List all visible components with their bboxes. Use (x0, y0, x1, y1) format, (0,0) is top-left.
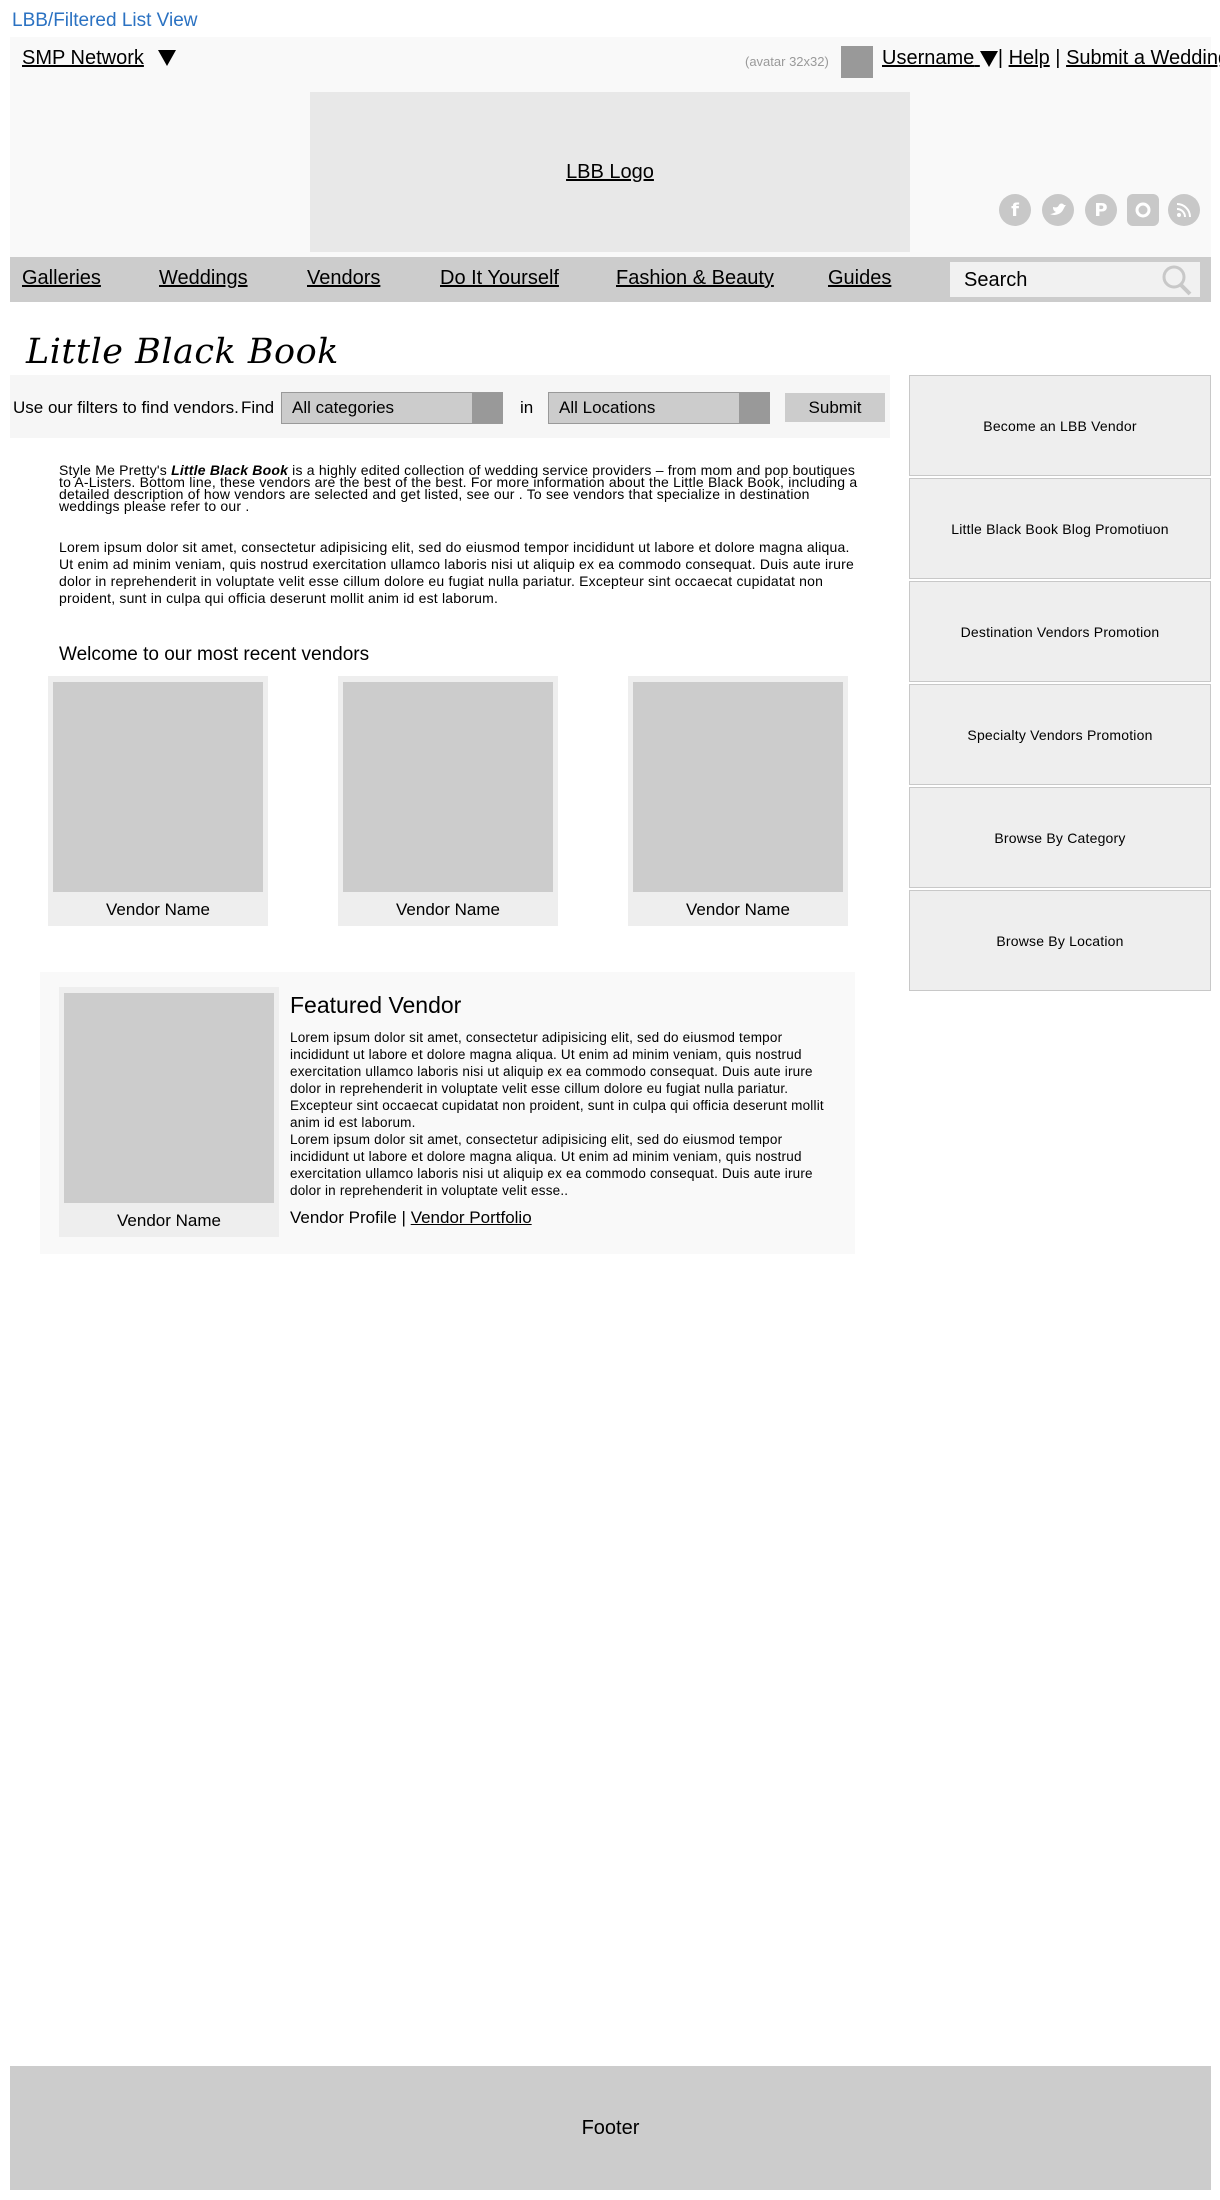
help-link[interactable]: Help (1009, 47, 1050, 69)
vendor-name[interactable]: Vendor Name (628, 900, 848, 920)
facebook-icon[interactable]: f (999, 194, 1031, 226)
page-title: Little Black Book (26, 332, 339, 372)
username-menu[interactable]: Username (882, 47, 974, 69)
dropdown-button[interactable] (472, 393, 502, 423)
location-select[interactable]: All Locations (548, 392, 770, 424)
chevron-down-icon[interactable] (157, 50, 176, 66)
sidebar-become-vendor[interactable]: Become an LBB Vendor (909, 375, 1211, 476)
user-links: Username | Help | Submit a Wedding (882, 47, 1220, 70)
nav-item-diy[interactable]: Do It Yourself (440, 267, 559, 290)
featured-paragraph-2: Lorem ipsum dolor sit amet, consectetur … (290, 1132, 813, 1198)
rss-icon[interactable] (1168, 194, 1200, 226)
featured-vendor-links: Vendor Profile | Vendor Portfolio (290, 1208, 532, 1228)
featured-vendor-section: Vendor Name Featured Vendor Lorem ipsum … (40, 972, 855, 1254)
vendor-image[interactable] (633, 682, 843, 892)
separator: | (1055, 47, 1061, 69)
instagram-icon[interactable] (1127, 194, 1159, 226)
chevron-down-icon[interactable] (979, 51, 998, 67)
featured-vendor-description: Lorem ipsum dolor sit amet, consectetur … (290, 1029, 840, 1199)
nav-item-guides[interactable]: Guides (828, 267, 891, 290)
lorem-paragraph: Lorem ipsum dolor sit amet, consectetur … (59, 539, 854, 606)
smp-network-menu[interactable]: SMP Network (22, 47, 176, 70)
separator: | (997, 47, 1004, 69)
featured-paragraph-1: Lorem ipsum dolor sit amet, consectetur … (290, 1030, 824, 1130)
category-select[interactable]: All categories (281, 392, 503, 424)
dropdown-button[interactable] (739, 393, 769, 423)
nav-item-vendors[interactable]: Vendors (307, 267, 380, 290)
featured-vendor-image[interactable] (64, 993, 274, 1203)
vendor-portfolio-link[interactable]: Vendor Portfolio (411, 1208, 532, 1227)
logo-text[interactable]: LBB Logo (566, 161, 654, 184)
recent-vendors-title: Welcome to our most recent vendors (59, 644, 370, 665)
separator: | (401, 1208, 406, 1227)
footer: Footer (10, 2066, 1211, 2190)
sidebar-browse-location[interactable]: Browse By Location (909, 890, 1211, 991)
avatar-hint: (avatar 32x32) (745, 54, 829, 69)
intro-paragraph: Style Me Pretty's Little Black Book is a… (59, 463, 859, 513)
search-input[interactable]: Search (950, 262, 1200, 297)
submit-wedding-link[interactable]: Submit a Wedding (1066, 47, 1220, 69)
nav-item-weddings[interactable]: Weddings (159, 267, 248, 290)
pinterest-icon[interactable]: P (1085, 194, 1117, 226)
sidebar-specialty-vendors[interactable]: Specialty Vendors Promotion (909, 684, 1211, 785)
vendor-image[interactable] (343, 682, 553, 892)
nav-item-galleries[interactable]: Galleries (22, 267, 101, 290)
vendor-card[interactable]: Vendor Name (48, 676, 268, 926)
sidebar-browse-category[interactable]: Browse By Category (909, 787, 1211, 888)
logo[interactable]: LBB Logo (310, 92, 910, 252)
search-placeholder[interactable]: Search (964, 269, 1027, 292)
vendor-profile-label: Vendor Profile (290, 1208, 397, 1227)
find-label: Find (241, 398, 275, 417)
featured-vendor-title: Featured Vendor (290, 992, 462, 1018)
vendor-name[interactable]: Vendor Name (48, 900, 268, 920)
header: SMP Network (avatar 32x32) Username | He… (10, 37, 1220, 257)
in-label: in (520, 398, 534, 417)
location-select-value[interactable]: All Locations (559, 398, 655, 418)
avatar[interactable] (841, 46, 873, 78)
vendor-image[interactable] (53, 682, 263, 892)
category-select-value[interactable]: All categories (292, 398, 394, 418)
page-label: LBB/Filtered List View (12, 10, 198, 31)
submit-button[interactable]: Submit (785, 393, 885, 422)
search-icon[interactable] (1160, 264, 1194, 301)
vendor-name[interactable]: Vendor Name (338, 900, 558, 920)
featured-vendor-card[interactable]: Vendor Name (59, 987, 279, 1237)
main-nav: Galleries Weddings Vendors Do It Yoursel… (10, 257, 1211, 302)
vendor-card[interactable]: Vendor Name (338, 676, 558, 926)
sidebar-destination-vendors[interactable]: Destination Vendors Promotion (909, 581, 1211, 682)
sidebar-blog-promotion[interactable]: Little Black Book Blog Promotiuon (909, 478, 1211, 579)
vendor-card[interactable]: Vendor Name (628, 676, 848, 926)
filter-intro: Use our filters to find vendors. (13, 398, 239, 417)
nav-item-fashion-beauty[interactable]: Fashion & Beauty (616, 267, 774, 290)
smp-network-label[interactable]: SMP Network (22, 47, 144, 69)
twitter-icon[interactable] (1042, 194, 1074, 226)
filter-bar: Use our filters to find vendors. Find Al… (10, 375, 890, 438)
featured-vendor-name[interactable]: Vendor Name (59, 1211, 279, 1231)
